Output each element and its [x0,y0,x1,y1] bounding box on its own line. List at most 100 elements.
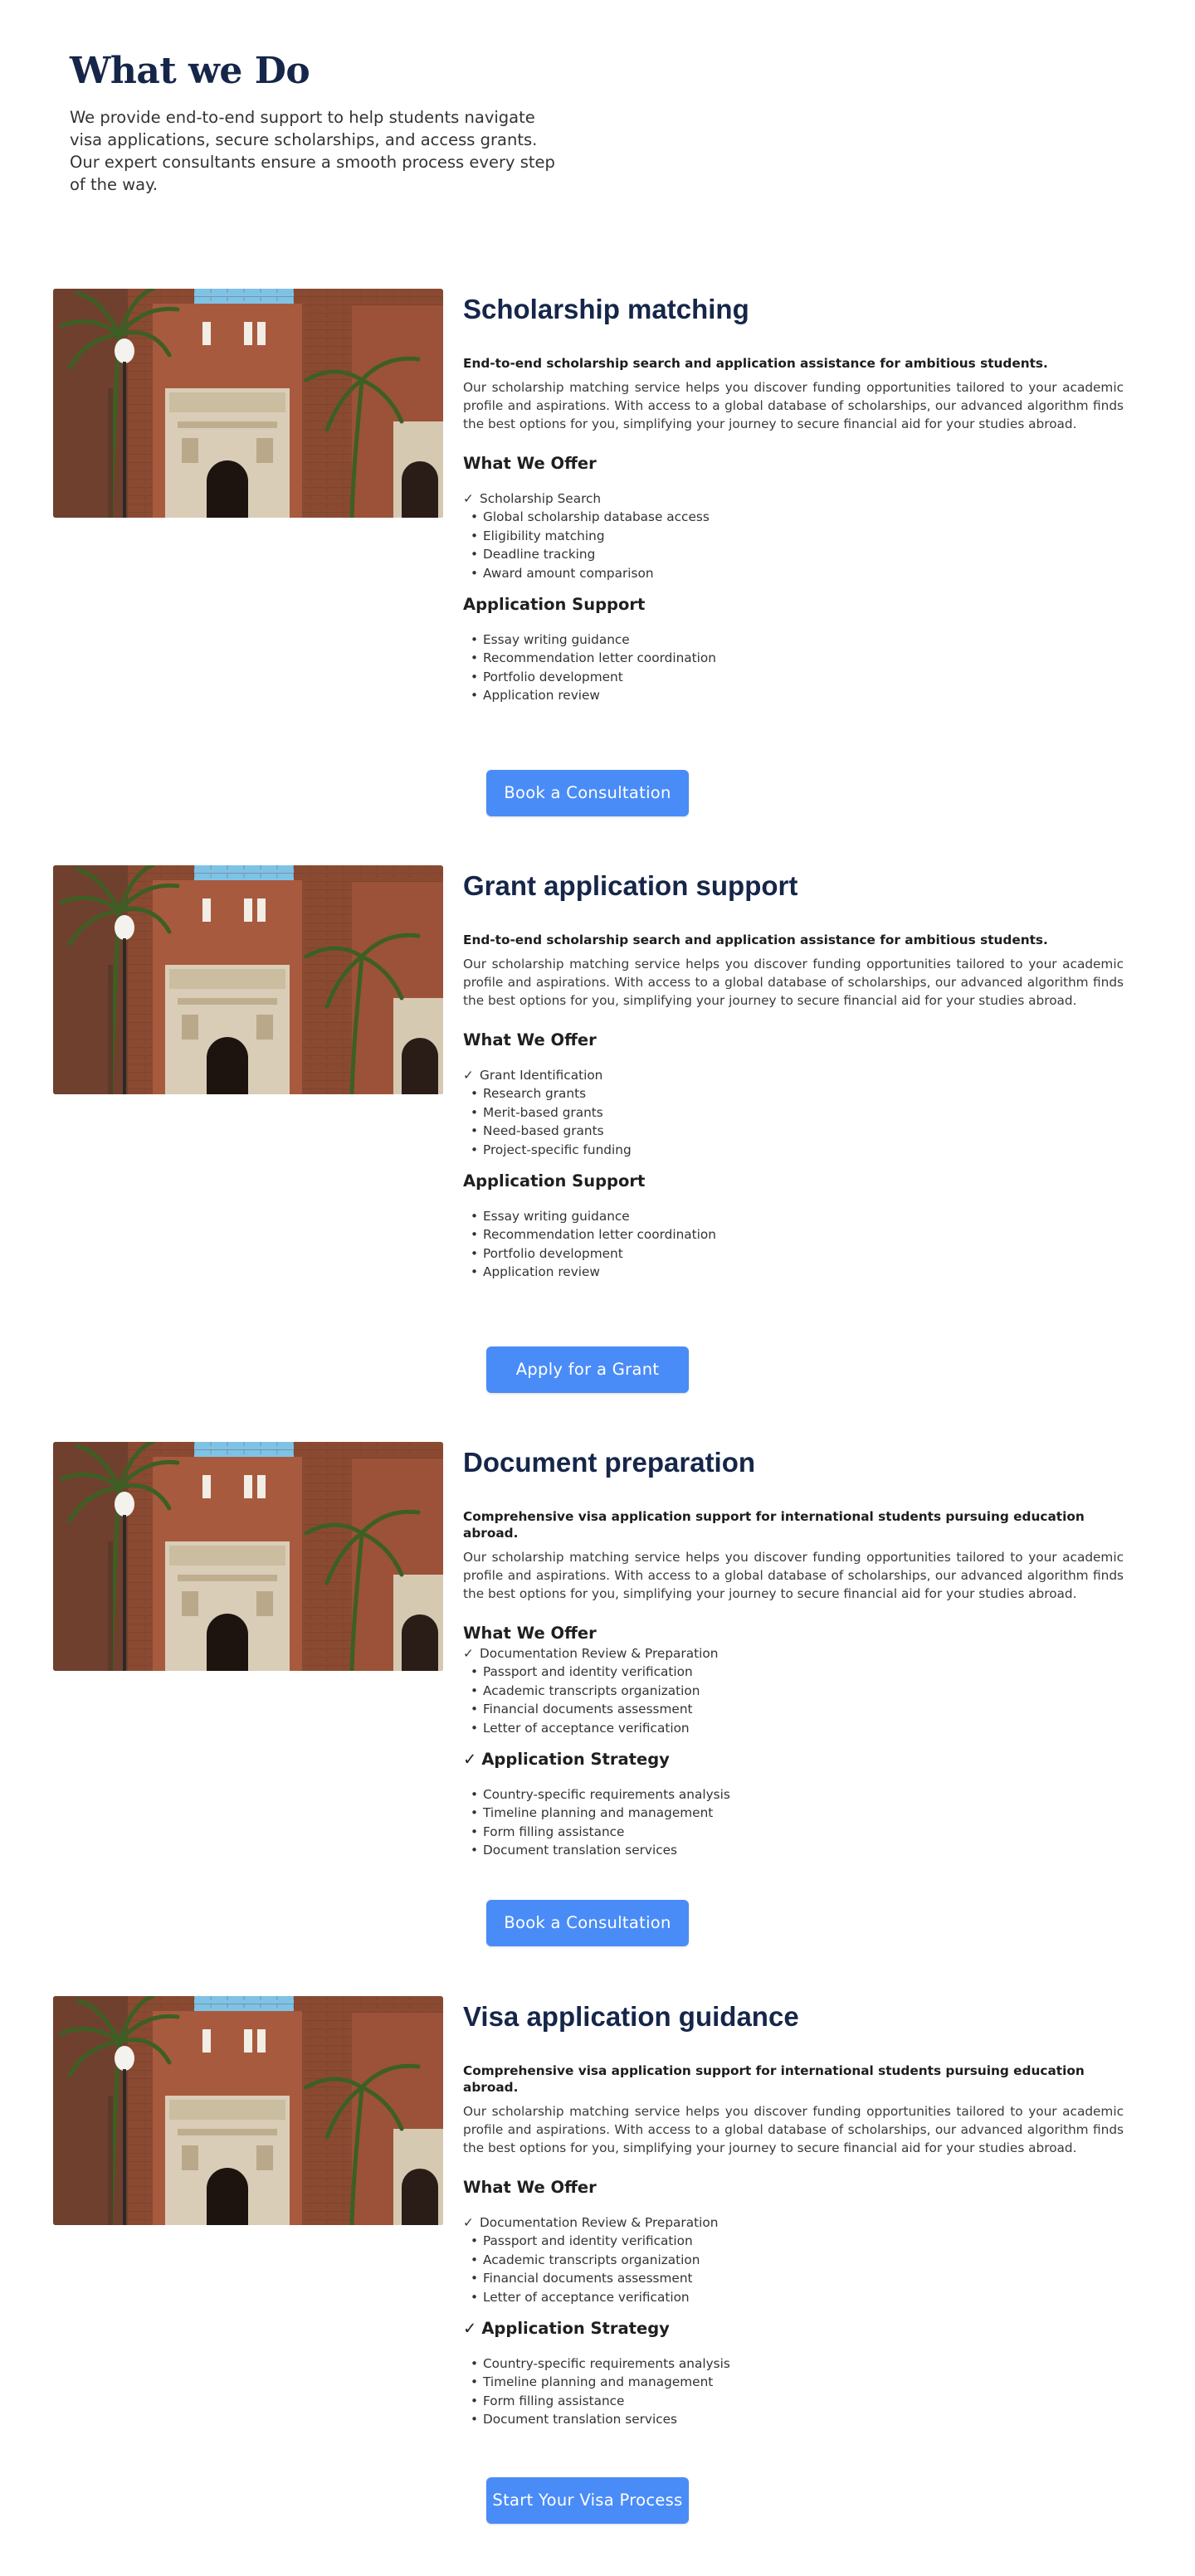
bullet-icon: • [471,1209,479,1225]
list-item: • Portfolio development [463,1244,1124,1263]
list-item-label: Document translation services [483,2412,677,2427]
bullet-icon: • [471,632,479,648]
bullet-icon: • [471,2289,479,2305]
bullet-icon: • [471,1805,479,1821]
list-item-label: Form filling assistance [483,1824,625,1839]
list-item-label: Timeline planning and management [483,2374,714,2390]
list-item-label: Timeline planning and management [483,1805,714,1821]
list-item-label: Application review [483,688,600,704]
cta-button-document-preparation[interactable]: Book a Consultation [486,1900,689,1946]
support-heading-label: Application Strategy [481,2319,670,2339]
list-item: • Essay writing guidance [463,631,1124,649]
service-title: Scholarship matching [463,294,749,324]
bullet-icon: • [471,669,479,684]
support-heading: Application Support [463,594,1124,616]
list-item-label: Passport and identity verification [483,2233,693,2249]
support-list: • Country-specific requirements analysis •… [463,1785,1124,1860]
list-item-label: Financial documents assessment [483,2271,693,2286]
bullet-icon: • [471,1142,479,1157]
bullet-icon: • [471,688,479,704]
list-item: • Form filling assistance [463,2392,1124,2410]
bullet-icon: • [471,547,479,562]
bullet-icon: • [471,2412,479,2427]
list-item-label: Award amount comparison [483,565,654,581]
list-item-label: Need-based grants [483,1123,604,1139]
list-item: • Country-specific requirements analysis [463,1785,1124,1804]
service-description: Our scholarship matching service helps y… [463,380,1124,431]
list-item-label: Essay writing guidance [483,1209,630,1225]
list-item-label: Essay writing guidance [483,632,630,648]
support-heading-label: Application Support [463,1171,646,1191]
support-heading-label: Application Strategy [481,1750,670,1770]
offer-heading: What We Offer [463,1624,597,1643]
list-item: ✓ Documentation Review & Preparation [463,1644,1124,1663]
cta-button-visa-application-guidance[interactable]: Start Your Visa Process [486,2477,689,2524]
list-item: • Project-specific funding [463,1141,1124,1159]
list-item: • Timeline planning and management [463,2373,1124,2391]
bullet-icon: • [471,2393,479,2408]
list-item: • Research grants [463,1084,1124,1103]
list-item-label: Recommendation letter coordination [483,650,716,666]
bullet-icon: • [471,2233,479,2249]
list-item-label: Recommendation letter coordination [483,1227,716,1243]
cta-button-grant-application-support[interactable]: Apply for a Grant [486,1346,689,1393]
list-item-label: Letter of acceptance verification [483,2289,690,2305]
list-item-label: Academic transcripts organization [483,2252,700,2267]
campus-photo [53,289,443,518]
service-description: Our scholarship matching service helps y… [463,1550,1124,1601]
service-title: Document preparation [463,1447,756,1478]
bullet-icon: • [471,1264,479,1280]
bullet-icon: • [471,1682,479,1698]
list-item: • Portfolio development [463,668,1124,686]
list-item-label: Eligibility matching [483,528,605,543]
list-item: • Form filling assistance [463,1823,1124,1841]
list-item-label: Country-specific requirements analysis [483,1787,730,1803]
list-item-label: Letter of acceptance verification [483,1720,690,1736]
list-item-label: Deadline tracking [483,547,596,562]
service-content: Grant application support End-to-end sch… [463,865,1124,1282]
offer-heading: What We Offer [463,1030,597,1049]
support-heading: ✓ Application Strategy [463,1749,1124,1770]
check-icon: ✓ [463,1750,477,1770]
bullet-icon: • [471,2271,479,2286]
offer-heading: What We Offer [463,2178,597,2197]
bullet-icon: • [471,1824,479,1839]
list-item: • Academic transcripts organization [463,1682,1124,1700]
list-item-label: Scholarship Search [480,491,602,506]
bullet-icon: • [471,1123,479,1139]
list-item-label: Research grants [483,1086,587,1102]
bullet-icon: • [471,2374,479,2390]
list-item: • Recommendation letter coordination [463,1225,1124,1244]
check-icon: ✓ [463,1646,474,1661]
cta-button-scholarship-matching[interactable]: Book a Consultation [486,770,689,816]
list-item: • Document translation services [463,2410,1124,2428]
list-item: ✓ Grant Identification [463,1066,1124,1084]
service-title: Grant application support [463,870,798,901]
campus-photo [53,1442,443,1671]
list-item: • Financial documents assessment [463,2269,1124,2287]
list-item: • Deadline tracking [463,545,1124,563]
list-item: • Letter of acceptance verification [463,1719,1124,1737]
service-lead: Comprehensive visa application support f… [463,1509,1085,1541]
bullet-icon: • [471,1843,479,1858]
list-item: • Merit-based grants [463,1103,1124,1122]
offer-list: ✓ Grant Identification • Research grants • Me… [463,1066,1124,1159]
list-item-label: Application review [483,1264,600,1280]
list-item: • Financial documents assessment [463,1700,1124,1718]
support-list: • Essay writing guidance • Recommendation l… [463,1207,1124,1282]
check-icon: ✓ [463,2319,477,2339]
bullet-icon: • [471,1787,479,1803]
list-item: • Application review [463,686,1124,704]
hero-section: What we Do We provide end-to-end support… [70,48,559,196]
list-item-label: Financial documents assessment [483,1702,693,1717]
service-title: Visa application guidance [463,2001,799,2032]
service-content: Document preparation Comprehensive visa … [463,1442,1124,1860]
bullet-icon: • [471,1086,479,1102]
list-item: • Document translation services [463,1841,1124,1859]
list-item-label: Portfolio development [483,1245,623,1261]
bullet-icon: • [471,509,479,525]
bullet-icon: • [471,2252,479,2267]
support-heading: ✓ Application Strategy [463,2318,1124,2340]
check-icon: ✓ [463,491,474,506]
offer-list: ✓ Scholarship Search • Global scholarship d… [463,489,1124,582]
